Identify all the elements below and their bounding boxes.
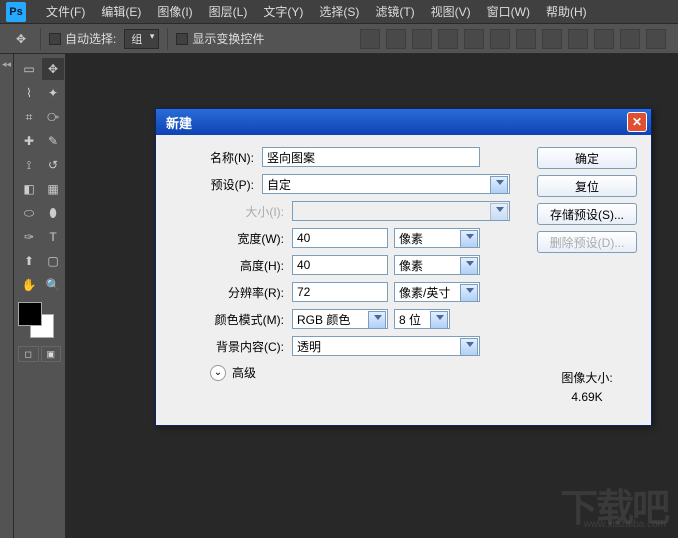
color-mode-select[interactable]: RGB 颜色: [292, 309, 388, 329]
reset-button[interactable]: 复位: [537, 175, 637, 197]
align-icon[interactable]: [360, 29, 380, 49]
menubar: Ps 文件(F) 编辑(E) 图像(I) 图层(L) 文字(Y) 选择(S) 滤…: [0, 0, 678, 24]
align-icon[interactable]: [490, 29, 510, 49]
auto-select-target-select[interactable]: 组: [124, 29, 159, 49]
distribute-icon[interactable]: [542, 29, 562, 49]
align-icon[interactable]: [464, 29, 484, 49]
chevron-down-icon: ⌄: [210, 365, 226, 381]
menu-view[interactable]: 视图(V): [423, 3, 479, 20]
menu-select[interactable]: 选择(S): [311, 3, 367, 20]
shape-tool[interactable]: ▢: [42, 250, 64, 272]
dialog-sidebar: 确定 复位 存储预设(S)... 删除预设(D)... 图像大小: 4.69K: [537, 147, 637, 407]
magic-wand-tool[interactable]: ✦: [42, 82, 64, 104]
menu-type[interactable]: 文字(Y): [255, 3, 311, 20]
eyedropper-tool[interactable]: ⧂: [42, 106, 64, 128]
ok-button[interactable]: 确定: [537, 147, 637, 169]
new-document-dialog: 新建 ✕ 名称(N): 预设(P): 自定 大小(I): 宽度(W): 像素: [155, 108, 652, 426]
move-tool-indicator-icon: ✥: [10, 28, 32, 50]
menu-layer[interactable]: 图层(L): [201, 3, 256, 20]
checkbox-icon: [176, 33, 188, 45]
distribute-icon[interactable]: [620, 29, 640, 49]
lasso-tool[interactable]: ⌇: [18, 82, 40, 104]
name-label: 名称(N):: [170, 149, 262, 166]
path-select-tool[interactable]: ⬆: [18, 250, 40, 272]
align-icon[interactable]: [412, 29, 432, 49]
history-brush-tool[interactable]: ↺: [42, 154, 64, 176]
background-label: 背景内容(C):: [170, 338, 292, 355]
menu-edit[interactable]: 编辑(E): [93, 3, 149, 20]
auto-select-checkbox[interactable]: 自动选择:: [49, 30, 116, 47]
align-icon[interactable]: [386, 29, 406, 49]
dialog-titlebar[interactable]: 新建 ✕: [156, 109, 651, 135]
width-input[interactable]: [292, 228, 388, 248]
save-preset-button[interactable]: 存储预设(S)...: [537, 203, 637, 225]
marquee-tool[interactable]: ▭: [18, 58, 40, 80]
distribute-icon[interactable]: [568, 29, 588, 49]
height-label: 高度(H):: [170, 257, 292, 274]
separator: [167, 28, 168, 50]
height-unit-select[interactable]: 像素: [394, 255, 480, 275]
menu-file[interactable]: 文件(F): [38, 3, 93, 20]
color-mode-label: 颜色模式(M):: [170, 311, 292, 328]
watermark-url: www.xiazaiba.com: [584, 519, 666, 530]
distribute-icon[interactable]: [594, 29, 614, 49]
background-select[interactable]: 透明: [292, 336, 480, 356]
show-transform-label: 显示变换控件: [192, 30, 264, 47]
align-icon[interactable]: [438, 29, 458, 49]
healing-tool[interactable]: ✚: [18, 130, 40, 152]
size-label: 大小(I):: [170, 203, 292, 220]
move-tool[interactable]: ✥: [42, 58, 64, 80]
resolution-input[interactable]: [292, 282, 388, 302]
eraser-tool[interactable]: ◧: [18, 178, 40, 200]
preset-label: 预设(P):: [170, 176, 262, 193]
brush-tool[interactable]: ✎: [42, 130, 64, 152]
bit-depth-select[interactable]: 8 位: [394, 309, 450, 329]
width-unit-select[interactable]: 像素: [394, 228, 480, 248]
resolution-label: 分辨率(R):: [170, 284, 292, 301]
close-button[interactable]: ✕: [627, 112, 647, 132]
crop-tool[interactable]: ⌗: [18, 106, 40, 128]
type-tool[interactable]: T: [42, 226, 64, 248]
dialog-title: 新建: [166, 113, 627, 132]
menu-filter[interactable]: 滤镜(T): [367, 3, 422, 20]
color-swatch[interactable]: [18, 302, 58, 342]
dock-strip[interactable]: ◂◂: [0, 54, 14, 538]
distribute-icon[interactable]: [646, 29, 666, 49]
separator: [40, 28, 41, 50]
toolbox: ▭ ✥ ⌇ ✦ ⌗ ⧂ ✚ ✎ ⟟ ↺ ◧ ▦ ⬭ ⬮ ✑ T ⬆ ▢ ✋ 🔍 …: [14, 54, 66, 538]
resolution-unit-select[interactable]: 像素/英寸: [394, 282, 480, 302]
dock-expand-icon[interactable]: ◂◂: [0, 54, 13, 74]
options-bar: ✥ 自动选择: 组 显示变换控件: [0, 24, 678, 54]
distribute-icon[interactable]: [516, 29, 536, 49]
auto-select-label: 自动选择:: [65, 30, 116, 47]
pen-tool[interactable]: ✑: [18, 226, 40, 248]
advanced-toggle[interactable]: ⌄ 高级: [210, 364, 521, 381]
menu-image[interactable]: 图像(I): [149, 3, 200, 20]
screenmode-toggle[interactable]: ▣: [41, 346, 62, 362]
menu-help[interactable]: 帮助(H): [538, 3, 595, 20]
dodge-tool[interactable]: ⬮: [42, 202, 64, 224]
blur-tool[interactable]: ⬭: [18, 202, 40, 224]
hand-tool[interactable]: ✋: [18, 274, 40, 296]
image-size-value: 4.69K: [537, 388, 637, 407]
image-size-label: 图像大小:: [537, 369, 637, 388]
width-label: 宽度(W):: [170, 230, 292, 247]
stamp-tool[interactable]: ⟟: [18, 154, 40, 176]
size-select: [292, 201, 510, 221]
preset-select[interactable]: 自定: [262, 174, 510, 194]
gradient-tool[interactable]: ▦: [42, 178, 64, 200]
delete-preset-button: 删除预设(D)...: [537, 231, 637, 253]
advanced-label: 高级: [232, 364, 256, 381]
dialog-form: 名称(N): 预设(P): 自定 大小(I): 宽度(W): 像素 高度(H):: [170, 147, 521, 407]
menu-window[interactable]: 窗口(W): [479, 3, 538, 20]
app-logo: Ps: [6, 2, 26, 22]
show-transform-checkbox[interactable]: 显示变换控件: [176, 30, 264, 47]
foreground-color[interactable]: [18, 302, 42, 326]
name-input[interactable]: [262, 147, 480, 167]
quickmask-toggle[interactable]: ◻: [18, 346, 39, 362]
checkbox-icon: [49, 33, 61, 45]
height-input[interactable]: [292, 255, 388, 275]
align-icons: [360, 29, 666, 49]
zoom-tool[interactable]: 🔍: [42, 274, 64, 296]
